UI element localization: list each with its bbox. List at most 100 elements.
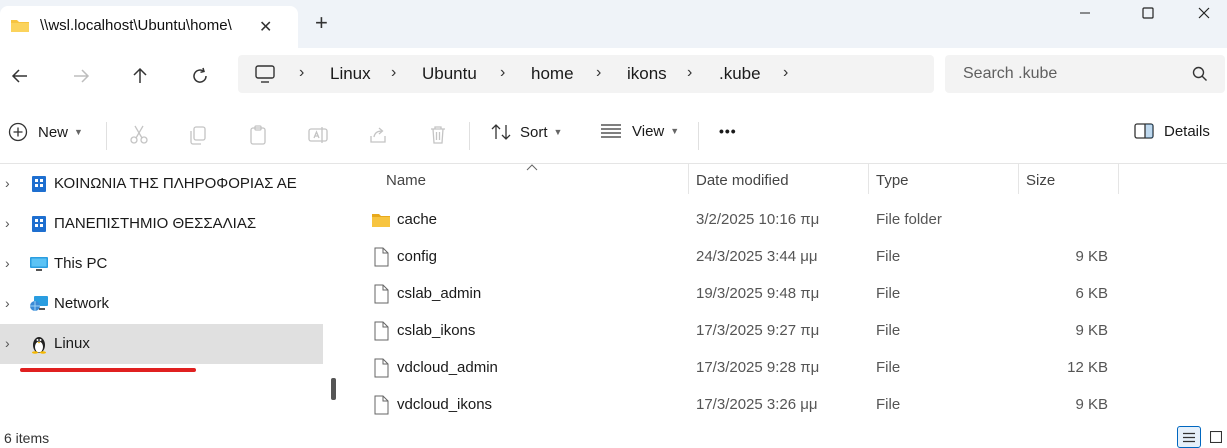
delete-icon[interactable]	[427, 124, 449, 146]
maximize-button[interactable]	[1125, 2, 1171, 24]
breadcrumb-kube[interactable]: .kube	[719, 64, 761, 84]
file-row[interactable]: vdcloud_ikons 17/3/2025 3:26 μμ File 9 K…	[363, 386, 1143, 423]
item-count: 6 items	[4, 430, 50, 446]
nav-item-network[interactable]: › Network	[0, 284, 323, 324]
file-type: File	[876, 322, 901, 339]
minimize-button[interactable]	[1062, 2, 1108, 24]
breadcrumb-ubuntu[interactable]: Ubuntu	[422, 64, 477, 84]
breadcrumb-ikons[interactable]: ikons	[627, 64, 667, 84]
back-button[interactable]	[6, 62, 34, 90]
column-divider[interactable]	[1118, 164, 1119, 194]
new-tab-button[interactable]: +	[315, 12, 328, 34]
column-header-type[interactable]: Type	[876, 172, 909, 189]
column-header-name[interactable]: Name	[386, 172, 426, 189]
chevron-right-icon[interactable]: ›	[5, 255, 10, 271]
nav-item-label: ΠΑΝΕΠΙΣΤΗΜΙΟ ΘΕΣΣΑΛΙΑΣ	[54, 215, 257, 232]
file-row[interactable]: cslab_ikons 17/3/2025 9:27 πμ File 9 KB	[363, 312, 1143, 349]
forward-button[interactable]	[67, 62, 95, 90]
file-size: 9 KB	[1075, 248, 1108, 265]
file-name: cslab_ikons	[397, 322, 476, 339]
building-icon	[32, 176, 46, 192]
column-header-size[interactable]: Size	[1026, 172, 1055, 189]
view-button[interactable]: View ▼	[600, 122, 679, 140]
chevron-down-icon: ▼	[670, 126, 680, 136]
nav-item-company-1[interactable]: › ΚΟΙΝΩΝΙΑ ΤΗΣ ΠΛΗΡΟΦΟΡΙΑΣ ΑΕ	[0, 164, 323, 204]
file-type: File folder	[876, 211, 942, 228]
chevron-right-icon[interactable]: ›	[5, 295, 10, 311]
file-size: 6 KB	[1075, 285, 1108, 302]
breadcrumb-separator[interactable]: ›	[687, 64, 692, 82]
file-date: 17/3/2025 9:27 πμ	[696, 322, 820, 339]
paste-icon[interactable]	[247, 124, 269, 146]
details-label: Details	[1164, 122, 1210, 140]
column-divider[interactable]	[688, 164, 689, 194]
more-options-button[interactable]: •••	[719, 123, 737, 139]
divider	[106, 122, 107, 150]
address-bar[interactable]: › Linux › Ubuntu › home › ikons › .kube …	[238, 55, 934, 93]
linux-penguin-icon	[32, 337, 46, 354]
navigation-pane: › ΚΟΙΝΩΝΙΑ ΤΗΣ ΠΛΗΡΟΦΟΡΙΑΣ ΑΕ › ΠΑΝΕΠΙΣΤ…	[0, 164, 343, 426]
up-button[interactable]	[126, 62, 154, 90]
nav-item-linux[interactable]: › Linux	[0, 324, 323, 364]
arrow-right-icon	[74, 69, 90, 83]
breadcrumb-linux[interactable]: Linux	[330, 64, 371, 84]
file-row[interactable]: vdcloud_admin 17/3/2025 9:28 πμ File 12 …	[363, 349, 1143, 386]
status-bar: 6 items	[0, 426, 1227, 448]
monitor-icon	[30, 257, 48, 271]
sort-button[interactable]: Sort ▼	[490, 122, 562, 142]
breadcrumb-separator[interactable]: ›	[299, 64, 304, 82]
column-divider[interactable]	[868, 164, 869, 194]
nav-item-this-pc[interactable]: › This PC	[0, 244, 323, 284]
title-bar: \\wsl.localhost\Ubuntu\home\ ✕ +	[0, 0, 1227, 48]
column-divider[interactable]	[1018, 164, 1019, 194]
annotation-underline	[20, 368, 196, 372]
list-view-icon	[1183, 432, 1195, 443]
file-row[interactable]: cslab_admin 19/3/2025 9:48 πμ File 6 KB	[363, 275, 1143, 312]
maximize-icon	[1142, 7, 1154, 19]
view-label: View	[632, 122, 665, 140]
close-tab-icon[interactable]: ✕	[259, 17, 272, 37]
breadcrumb-separator[interactable]: ›	[500, 64, 505, 82]
breadcrumb-separator[interactable]: ›	[783, 64, 788, 82]
file-date: 17/3/2025 9:28 πμ	[696, 359, 820, 376]
scrollbar-thumb[interactable]	[331, 378, 336, 400]
details-pane-icon	[1134, 123, 1154, 139]
search-input[interactable]: Search .kube	[945, 55, 1225, 93]
view-icon	[601, 124, 621, 138]
browser-tab[interactable]: \\wsl.localhost\Ubuntu\home\ ✕	[0, 6, 298, 48]
refresh-button[interactable]	[186, 62, 214, 90]
rename-icon[interactable]	[307, 124, 329, 146]
breadcrumb-home[interactable]: home	[531, 64, 574, 84]
details-button[interactable]: Details	[1134, 122, 1210, 140]
file-name: cslab_admin	[397, 285, 482, 302]
chevron-right-icon[interactable]: ›	[5, 335, 10, 351]
file-name: vdcloud_ikons	[397, 396, 493, 413]
arrow-up-icon	[133, 67, 147, 83]
sort-ascending-icon	[526, 164, 538, 171]
nav-item-company-2[interactable]: › ΠΑΝΕΠΙΣΤΗΜΙΟ ΘΕΣΣΑΛΙΑΣ	[0, 204, 323, 244]
chevron-right-icon[interactable]: ›	[5, 215, 10, 231]
cut-icon[interactable]	[128, 124, 150, 146]
file-type: File	[876, 248, 901, 265]
file-row[interactable]: config 24/3/2025 3:44 μμ File 9 KB	[363, 238, 1143, 275]
breadcrumb-separator[interactable]: ›	[391, 64, 396, 82]
file-size: 12 KB	[1067, 359, 1108, 376]
sort-label: Sort	[520, 123, 548, 141]
column-header-date[interactable]: Date modified	[696, 172, 789, 189]
chevron-right-icon[interactable]: ›	[5, 175, 10, 191]
minimize-icon	[1080, 12, 1090, 14]
copy-icon[interactable]	[187, 124, 209, 146]
file-row[interactable]: cache 3/2/2025 10:16 πμ File folder	[363, 201, 1143, 238]
chevron-down-icon: ▼	[553, 127, 563, 137]
close-window-button[interactable]	[1181, 2, 1227, 24]
breadcrumb-separator[interactable]: ›	[596, 64, 601, 82]
details-view-button[interactable]	[1177, 426, 1201, 448]
sort-icon	[491, 124, 511, 140]
file-type: File	[876, 285, 901, 302]
divider	[698, 122, 699, 150]
share-icon[interactable]	[367, 124, 389, 146]
new-button[interactable]: New ▼	[8, 122, 83, 142]
folder-icon	[372, 214, 390, 227]
file-type: File	[876, 359, 901, 376]
tiles-view-button[interactable]	[1205, 426, 1227, 448]
